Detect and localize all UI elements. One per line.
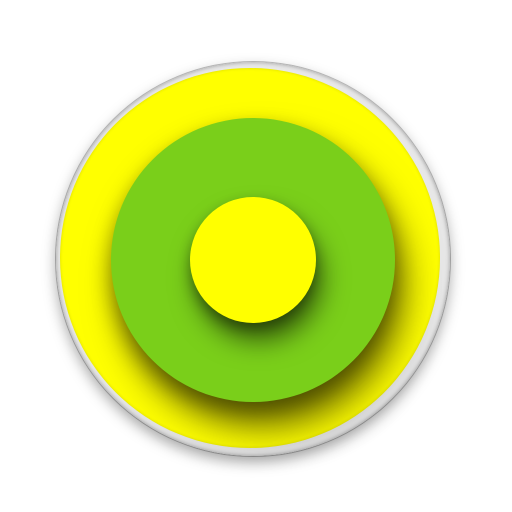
target-button[interactable] <box>0 0 512 512</box>
center-yellow-dot[interactable] <box>190 197 316 323</box>
